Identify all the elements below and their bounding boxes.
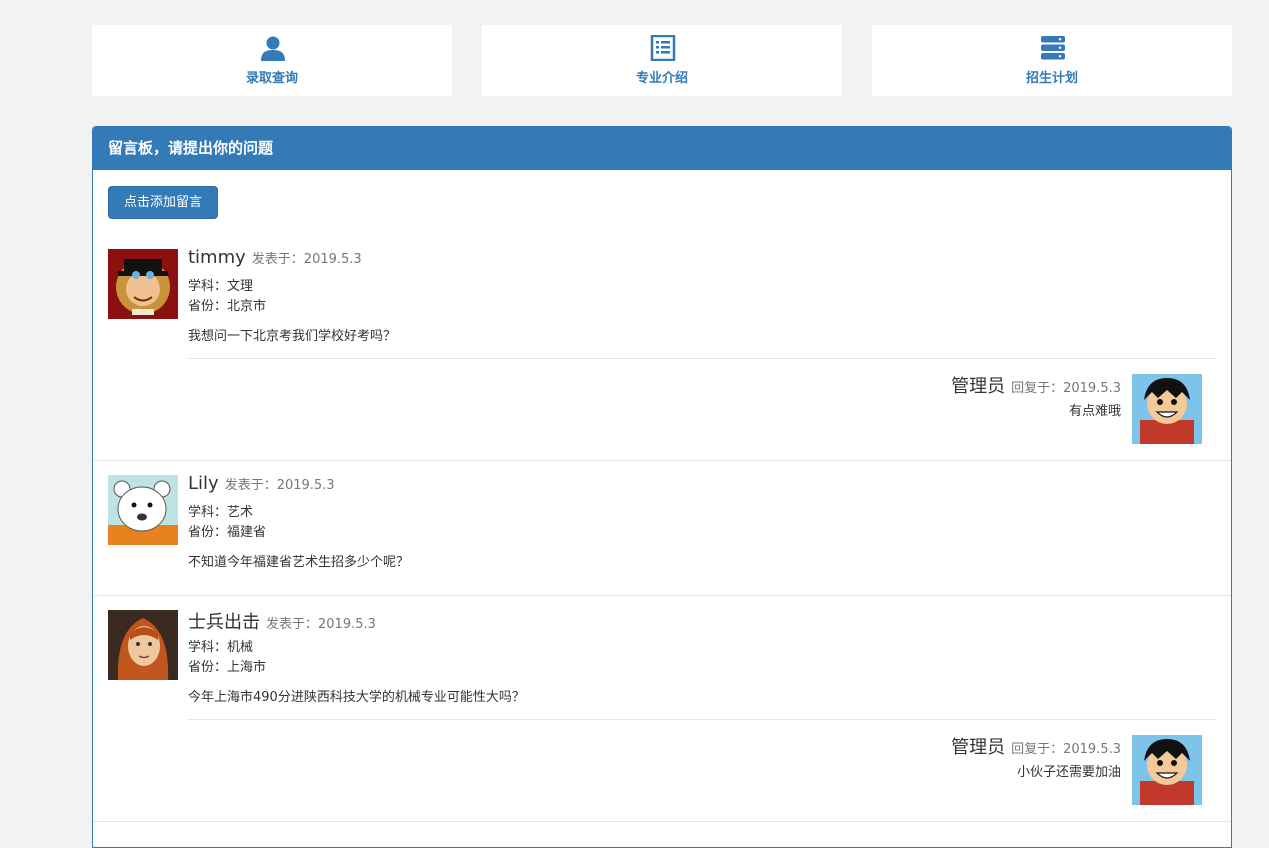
message-item: Lily 发表于：2019.5.3 学科：艺术 省份：福建省 不知道今年福建省艺术… — [93, 460, 1231, 596]
nav-tiles: 录取查询 专业介绍 招生计划 — [92, 25, 1232, 96]
reply-header: 管理员 回复于：2019.5.3 — [951, 733, 1121, 759]
reply-content: 有点难哦 — [1068, 404, 1121, 419]
reply-divider — [188, 719, 1216, 720]
posted-label: 发表于： — [266, 617, 319, 632]
tile-label: 招生计划 — [1025, 71, 1078, 86]
reply-label: 回复于： — [1011, 381, 1064, 396]
message-content: 今年上海市490分进陕西科技大学的机械专业可能性大吗？ — [188, 690, 525, 705]
avatar-admin — [1132, 735, 1202, 805]
subject-line: 学科：机械 — [188, 640, 254, 655]
avatar-lily — [108, 475, 178, 545]
message-content: 不知道今年福建省艺术生招多少个呢？ — [188, 555, 410, 570]
avatar-admin — [1132, 374, 1202, 444]
author-name: 士兵出击 发表于：2019.5.3 — [188, 608, 376, 634]
author-name-text: Lily — [188, 473, 219, 494]
reply-label: 回复于： — [1011, 742, 1064, 757]
avatar-soldier — [108, 610, 178, 680]
author-name: timmy 发表于：2019.5.3 — [188, 247, 362, 268]
tile-admission-query[interactable]: 录取查询 — [92, 25, 452, 96]
author-name-text: 士兵出击 — [188, 612, 260, 633]
message-board-panel: 留言板，请提出你的问题 点击添加留言 timmy 发表于：2019.5.3 学科：… — [92, 126, 1232, 848]
avatar-timmy — [108, 249, 178, 319]
message-item: timmy 发表于：2019.5.3 学科：文理 省份：北京市 我想问一下北京考我… — [93, 127, 1231, 461]
subject-line: 学科：文理 — [188, 279, 254, 294]
reply-content: 小伙子还需要加油 — [1016, 765, 1121, 780]
tile-enrollment-plan[interactable]: 招生计划 — [872, 25, 1232, 96]
post-date: 2019.5.3 — [276, 478, 335, 493]
posted-label: 发表于： — [224, 478, 277, 493]
tile-label: 录取查询 — [245, 71, 298, 86]
province-line: 省份：福建省 — [188, 525, 267, 540]
province-line: 省份：北京市 — [188, 299, 267, 314]
post-date: 2019.5.3 — [318, 617, 376, 632]
reply-header: 管理员 回复于：2019.5.3 — [951, 372, 1121, 398]
tile-label: 专业介绍 — [635, 71, 688, 86]
reply-author: 管理员 — [951, 737, 1006, 758]
list-icon — [650, 35, 676, 61]
message-content: 我想问一下北京考我们学校好考吗？ — [188, 329, 397, 344]
posted-label: 发表于： — [251, 252, 304, 267]
author-name: Lily 发表于：2019.5.3 — [188, 473, 335, 494]
subject-line: 学科：艺术 — [188, 505, 254, 520]
province-line: 省份：上海市 — [188, 660, 267, 675]
reply-date: 2019.5.3 — [1063, 381, 1121, 396]
tile-major-intro[interactable]: 专业介绍 — [482, 25, 842, 96]
reply-author: 管理员 — [951, 376, 1006, 397]
reply-date: 2019.5.3 — [1063, 742, 1121, 757]
user-icon — [261, 36, 285, 61]
message-item: 士兵出击 发表于：2019.5.3 学科：机械 省份：上海市 今年上海市490分进… — [93, 595, 1231, 822]
post-date: 2019.5.3 — [303, 252, 362, 267]
reply-divider — [188, 358, 1216, 359]
server-icon — [1041, 36, 1065, 60]
author-name-text: timmy — [188, 247, 246, 268]
